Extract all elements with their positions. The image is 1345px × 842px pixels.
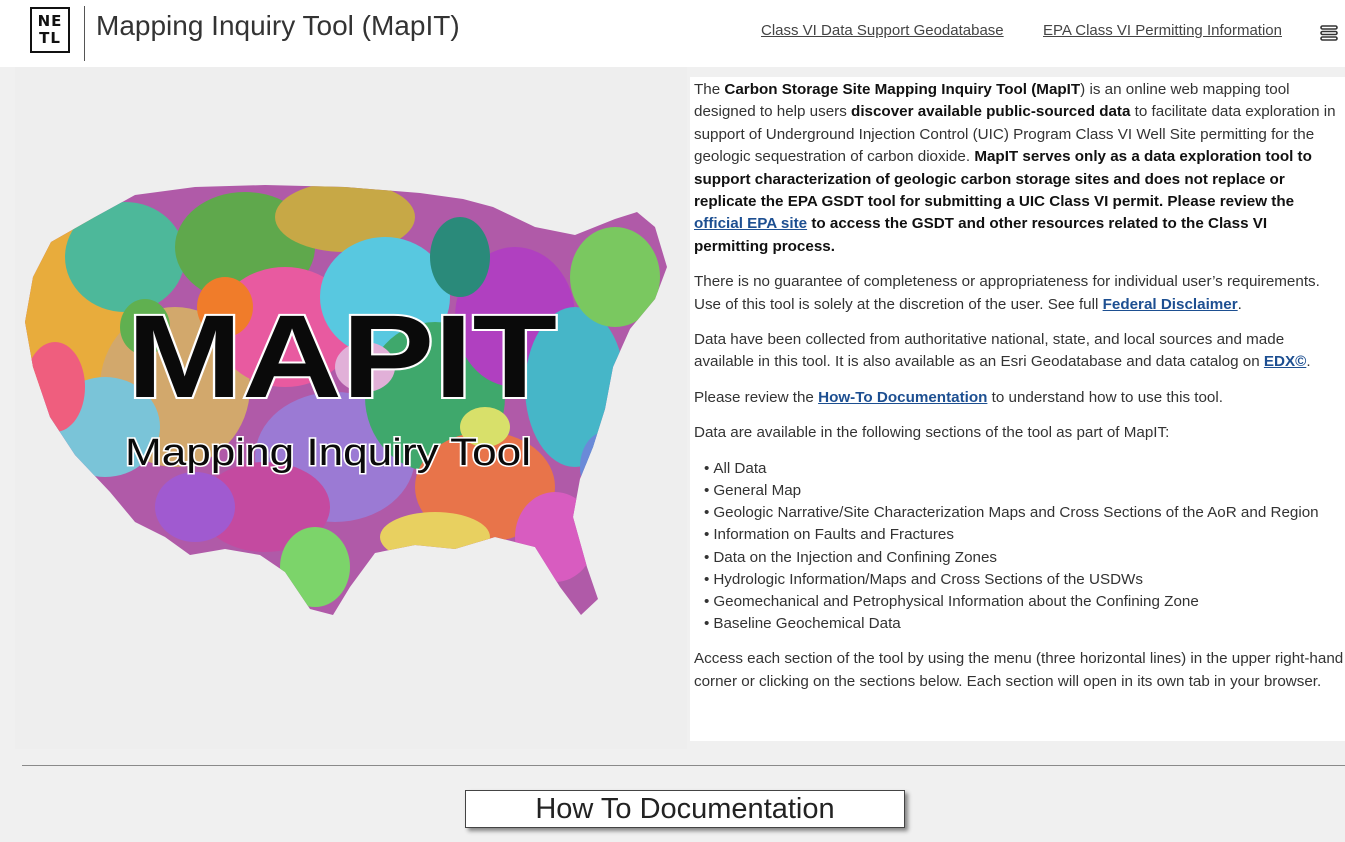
how-to-documentation-link[interactable]: How-To Documentation xyxy=(818,389,987,406)
section-item-faults-fractures: Information on Faults and Fractures xyxy=(704,524,1345,546)
sections-list: All Data General Map Geologic Narrative/… xyxy=(694,458,1345,636)
app-title: Mapping Inquiry Tool (MapIT) xyxy=(96,10,460,41)
intro-text: Data have been collected from authoritat… xyxy=(694,331,1285,371)
section-item-injection-confining-zones: Data on the Injection and Confining Zone… xyxy=(704,547,1345,569)
intro-panel: The Carbon Storage Site Mapping Inquiry … xyxy=(690,77,1345,741)
section-divider xyxy=(22,765,1345,766)
intro-text: to understand how to use this tool. xyxy=(987,388,1223,406)
intro-text: Please review the xyxy=(694,388,819,406)
intro-paragraph-5: Data are available in the following sect… xyxy=(694,424,1170,442)
menu-icon[interactable] xyxy=(1320,24,1338,42)
official-epa-site-link[interactable]: official EPA site xyxy=(694,215,807,232)
section-item-geomechanical-petrophysical: Geomechanical and Petrophysical Informat… xyxy=(704,591,1345,613)
logo-line-2: TL xyxy=(39,29,61,47)
intro-bold-text: discover available public-sourced data xyxy=(851,103,1131,121)
us-geologic-map-image: MAPIT Mapping Inquiry Tool xyxy=(25,185,667,615)
mapit-hero-image: MAPIT Mapping Inquiry Tool xyxy=(15,67,687,749)
nav-link-epa-class-vi-permitting[interactable]: EPA Class VI Permitting Information xyxy=(1043,22,1282,39)
logo-line-1: NE xyxy=(37,12,63,30)
intro-paragraph-1: The Carbon Storage Site Mapping Inquiry … xyxy=(694,79,1345,258)
mapit-logo-text: MAPIT xyxy=(127,291,557,423)
intro-paragraph-4: Please review the How-To Documentation t… xyxy=(694,387,1345,409)
intro-paragraph-2: There is no guarantee of completeness or… xyxy=(694,271,1345,316)
mapit-logo-subtitle: Mapping Inquiry Tool xyxy=(125,432,531,474)
federal-disclaimer-link[interactable]: Federal Disclaimer xyxy=(1103,296,1238,313)
how-to-documentation-button[interactable]: How To Documentation xyxy=(465,790,905,828)
netl-logo[interactable]: NE TL xyxy=(30,7,70,53)
intro-text: The xyxy=(694,81,725,98)
section-item-geologic-narrative: Geologic Narrative/Site Characterization… xyxy=(704,502,1345,524)
section-item-hydrologic-information: Hydrologic Information/Maps and Cross Se… xyxy=(704,569,1345,591)
intro-text: . xyxy=(1237,295,1242,313)
intro-bold-text: Carbon Storage Site Mapping Inquiry Tool… xyxy=(724,81,1081,98)
nav-link-class-vi-geodatabase[interactable]: Class VI Data Support Geodatabase xyxy=(761,22,1004,39)
intro-paragraph-3: Data have been collected from authoritat… xyxy=(694,329,1345,374)
app-header: NE TL Mapping Inquiry Tool (MapIT) Class… xyxy=(0,0,1345,67)
section-item-all-data: All Data xyxy=(704,458,1345,480)
section-item-baseline-geochemical: Baseline Geochemical Data xyxy=(704,613,1345,635)
section-item-general-map: General Map xyxy=(704,480,1345,502)
mapit-logo: MAPIT Mapping Inquiry Tool xyxy=(124,289,560,476)
logo-divider xyxy=(84,6,85,61)
intro-paragraph-6: Access each section of the tool by using… xyxy=(694,650,1344,690)
intro-text: . xyxy=(1306,353,1311,371)
edx-link[interactable]: EDX© xyxy=(1264,353,1306,370)
